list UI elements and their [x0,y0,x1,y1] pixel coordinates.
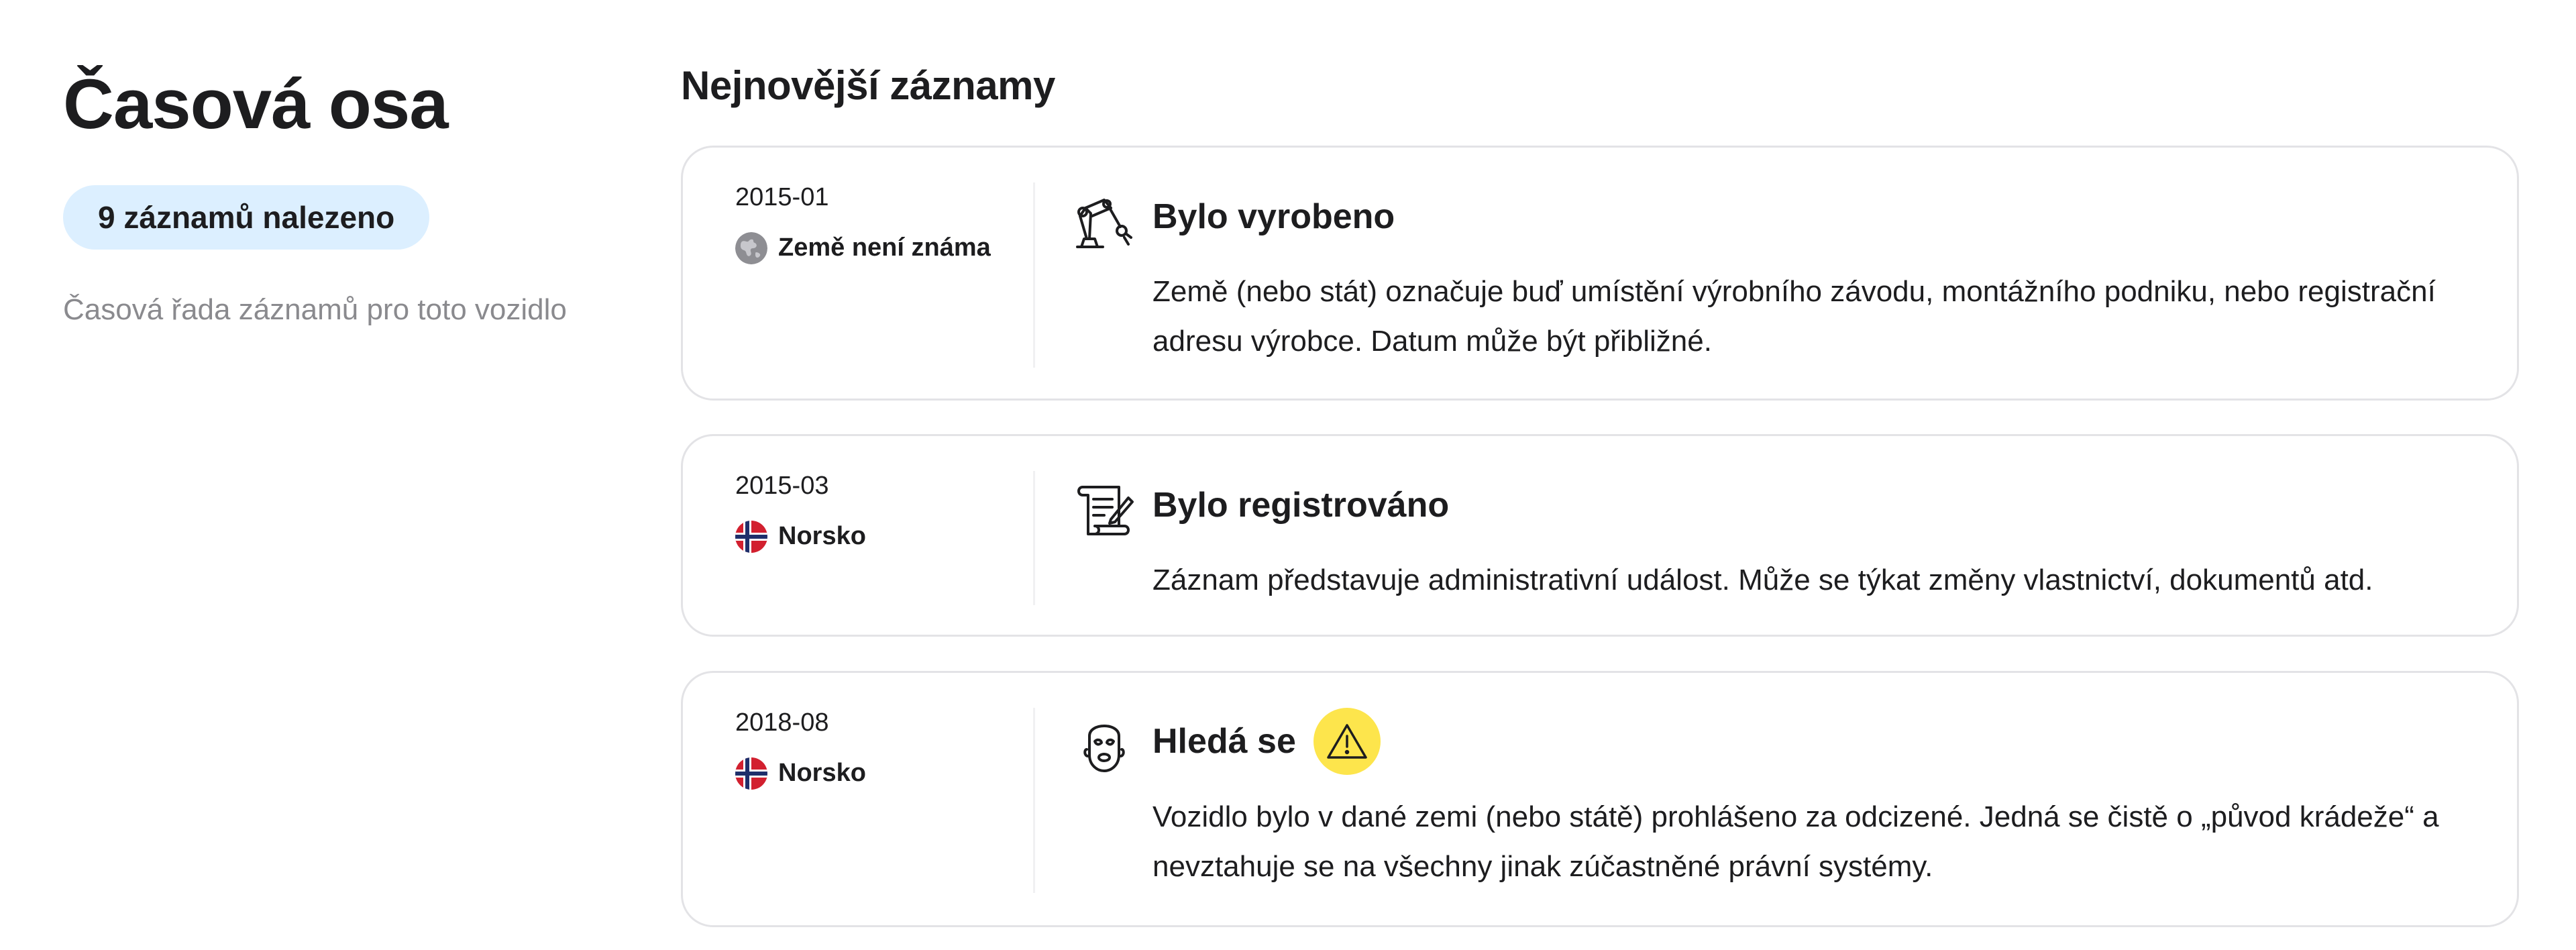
record-date: 2015-03 [735,472,829,500]
record-divider [1033,708,1035,893]
record-country-label: Země není známa [778,233,991,262]
norway-flag-icon [735,520,767,553]
timeline-record: 2018-08 Norsko Hledá se Vozidlo bylo v d… [681,671,2519,927]
record-description: Záznam představuje administrativní událo… [1152,564,2373,596]
record-date: 2018-08 [735,708,829,737]
thief-mask-icon [1072,713,1136,778]
record-title: Bylo vyrobeno [1152,196,1395,237]
page-title: Časová osa [63,65,449,144]
globe-icon [735,231,767,264]
sidebar: Časová osa 9 záznamů nalezeno Časová řad… [63,66,613,328]
timeline-record: 2015-01 Země není známa Bylo vyrobeno Ze… [681,146,2519,401]
record-meta: 2015-01 Země není známa [735,182,1017,264]
document-sign-icon [1072,478,1136,542]
record-divider [1033,471,1035,605]
warning-icon [1313,708,1381,775]
section-title: Nejnovější záznamy [681,63,1055,108]
timeline-main: Nejnovější záznamy 2015-01 Země není zná… [681,62,2519,927]
record-divider [1033,182,1035,368]
record-country-label: Norsko [778,759,866,788]
record-meta: 2015-03 Norsko [735,471,1017,553]
record-title-label: Bylo registrováno [1152,486,1450,525]
record-title-label: Bylo vyrobeno [1152,197,1395,236]
records-count-badge: 9 záznamů nalezeno [63,184,430,250]
record-description: Vozidlo bylo v dané zemi (nebo státě) pr… [1152,800,2439,883]
record-title: Hledá se [1152,708,1381,775]
record-date: 2015-01 [735,183,829,211]
record-title-label: Hledá se [1152,721,1296,761]
record-country-label: Norsko [778,522,866,551]
record-meta: 2018-08 Norsko [735,708,1017,790]
record-title: Bylo registrováno [1152,484,1449,526]
timeline-record: 2015-03 Norsko Bylo registrováno Záznam … [681,434,2519,637]
record-country: Norsko [735,757,1017,790]
record-description: Země (nebo stát) označuje buď umístění v… [1152,275,2436,358]
record-country: Norsko [735,520,1017,553]
record-country: Země není známa [735,231,1017,264]
robot-arm-icon [1072,189,1136,254]
norway-flag-icon [735,757,767,790]
sidebar-description: Časová řada záznamů pro toto vozidlo [63,293,567,327]
